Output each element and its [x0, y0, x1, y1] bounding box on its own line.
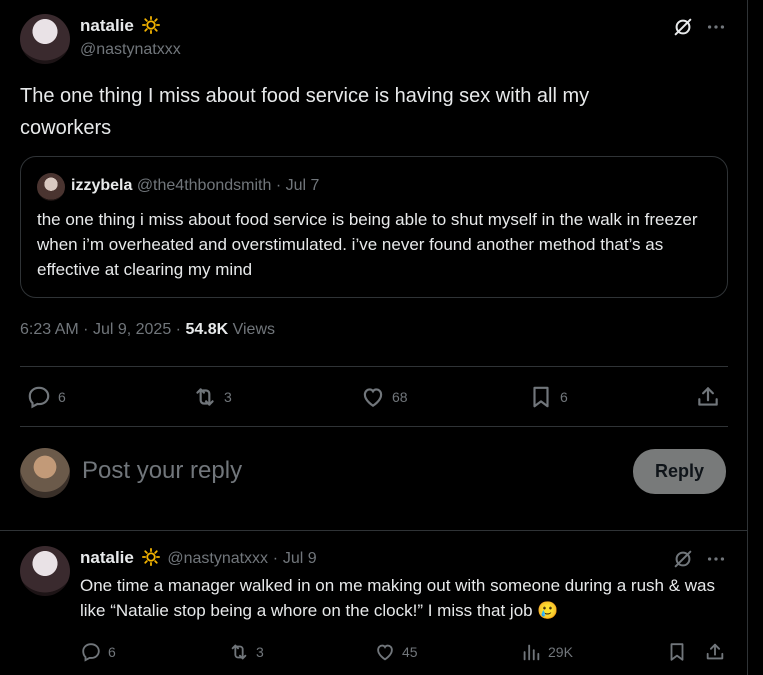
emoji: 🥲	[537, 601, 559, 620]
bar-chart-icon	[523, 644, 540, 661]
repost-action[interactable]: 3	[228, 641, 264, 663]
views-label: Views	[232, 321, 275, 338]
views-action[interactable]: 29K	[520, 641, 573, 663]
tweet-meta: 6:23 AM · Jul 9, 2025 · 54.8K Views	[20, 321, 275, 338]
conversation-column: natalie @nastynatxxx The one thing I mis…	[0, 0, 748, 675]
quote-author-handle: @the4thbondsmith	[136, 177, 272, 194]
sun-icon	[141, 15, 160, 34]
reply-author-name[interactable]: natalie	[80, 548, 134, 567]
reply-icon	[28, 386, 50, 409]
author-handle[interactable]: @nastynatxxx	[80, 41, 181, 59]
reply-author-avatar[interactable]	[20, 546, 70, 596]
heart-icon	[363, 388, 383, 407]
grok-icon[interactable]	[672, 548, 694, 570]
quote-date: Jul 7	[285, 177, 320, 194]
reply-tweet-text: One time a manager walked in on me makin…	[80, 576, 715, 620]
author-name[interactable]: natalie	[80, 15, 160, 36]
reply-date[interactable]: Jul 9	[283, 550, 317, 567]
quote-author-avatar	[37, 173, 65, 201]
quote-separator: ·	[275, 177, 282, 194]
quote-text: the one thing i miss about food service …	[37, 210, 698, 279]
repost-action[interactable]: 3	[192, 384, 232, 410]
reply-button[interactable]: Reply	[633, 449, 726, 494]
tweet-time[interactable]: 6:23 AM	[20, 321, 79, 338]
like-action[interactable]: 45	[374, 641, 418, 663]
divider	[0, 530, 748, 531]
quote-header: izzybela @the4thbondsmith · Jul 7	[71, 177, 319, 195]
views-count: 54.8K	[185, 321, 229, 338]
like-action[interactable]: 68	[360, 384, 408, 410]
share-icon[interactable]	[695, 384, 721, 410]
reply-icon	[82, 643, 100, 662]
heart-icon	[377, 644, 393, 661]
repost-icon	[196, 388, 214, 406]
tweet-date[interactable]: Jul 9, 2025	[93, 321, 171, 338]
bookmark-icon[interactable]	[666, 641, 688, 663]
share-icon[interactable]	[704, 641, 726, 663]
repost-icon	[231, 644, 247, 660]
grok-icon[interactable]	[672, 16, 694, 38]
reply-header: natalie @nastynatxxx · Jul 9	[80, 548, 317, 567]
bookmark-icon	[533, 386, 549, 408]
user-avatar[interactable]	[20, 448, 70, 498]
author-avatar[interactable]	[20, 14, 70, 64]
quote-author-name: izzybela	[71, 177, 133, 194]
divider	[20, 426, 728, 427]
reply-author-handle[interactable]: @nastynatxxx	[167, 550, 268, 567]
more-icon[interactable]	[705, 548, 727, 570]
divider	[20, 366, 728, 367]
quoted-tweet[interactable]: izzybela @the4thbondsmith · Jul 7 the on…	[20, 156, 728, 298]
reply-input[interactable]: Post your reply	[82, 457, 242, 485]
reply-action[interactable]: 6	[26, 384, 66, 410]
bookmark-action[interactable]: 6	[528, 384, 568, 410]
more-icon[interactable]	[705, 16, 727, 38]
tweet-text: The one thing I miss about food service …	[20, 85, 590, 139]
reply-action[interactable]: 6	[80, 641, 116, 663]
sun-icon	[141, 548, 160, 566]
